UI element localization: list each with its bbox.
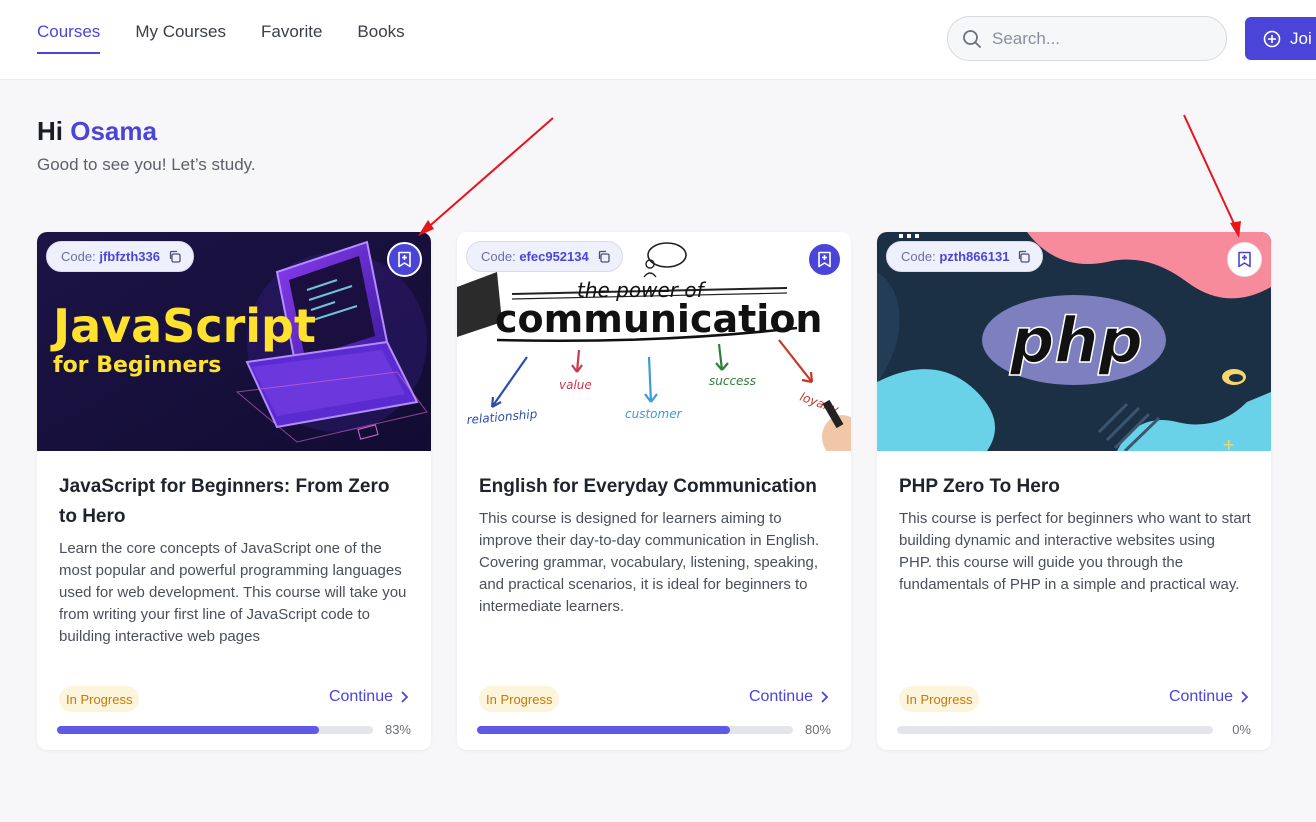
continue-link[interactable]: Continue [1169,688,1249,706]
image-word-success: success [709,374,756,388]
course-code-pill[interactable]: Code: pzth866131 [886,241,1044,272]
copy-icon[interactable] [1017,250,1031,263]
status-badge: In Progress [479,686,560,712]
bookmark-button[interactable] [1227,242,1262,277]
image-line-2: communication [495,297,822,341]
course-title[interactable]: PHP Zero To Hero [899,472,1251,502]
continue-label: Continue [1168,688,1233,705]
course-code: jfbfzth336 [99,249,160,264]
progress-fill [477,726,730,734]
code-label: Code: efec952134 [481,249,589,264]
bookmark-button[interactable] [807,242,842,277]
greeting-subtitle: Good to see you! Let’s study. [37,155,256,174]
status-badge: In Progress [59,686,140,712]
copy-icon[interactable] [597,250,610,263]
course-title[interactable]: JavaScript for Beginners: From Zero to H… [59,472,411,532]
course-body: English for Everyday Communication This … [479,472,831,618]
image-title-text: JavaScript [50,299,316,353]
course-body: PHP Zero To Hero This course is perfect … [899,472,1251,596]
tab-courses[interactable]: Courses [37,22,101,54]
image-subtitle-text: for Beginners [53,353,221,378]
chevron-right-icon [401,691,409,703]
annotation-arrow [1183,114,1241,238]
join-course-button[interactable]: Joi [1245,17,1316,60]
progress-percent: 80% [804,722,831,737]
greeting-heading: Hi Osama [37,116,157,147]
continue-label: Continue [328,688,393,705]
progress-bar [897,726,1213,734]
continue-link[interactable]: Continue [329,688,409,706]
course-image[interactable]: the power of communication relationship … [457,232,851,451]
course-card: JavaScript for Beginners Code: jfbfzth33… [37,232,431,750]
course-image[interactable]: + php Code: pzth866131 [877,232,1271,451]
image-word-value: value [559,378,592,392]
tab-favorite[interactable]: Favorite [261,22,322,54]
copy-icon[interactable] [168,250,181,263]
bookmark-plus-icon [398,251,411,268]
course-title[interactable]: English for Everyday Communication [479,472,831,502]
chevron-right-icon [1241,691,1249,703]
course-code: pzth866131 [939,249,1010,264]
tab-books[interactable]: Books [357,22,404,54]
code-prefix: Code: [901,249,936,264]
bookmark-plus-icon [1238,251,1251,268]
progress-percent: 83% [384,722,411,737]
code-label: Code: jfbfzth336 [61,249,160,264]
join-button-label: Joi [1290,28,1312,48]
sparkle-glyph: + [1222,435,1235,451]
search-icon [963,29,981,48]
course-description: Learn the core concepts of JavaScript on… [59,540,407,645]
progress-fill [57,726,320,734]
progress-percent: 0% [1232,722,1251,737]
progress-bar [477,726,793,734]
status-badge: In Progress [899,686,980,712]
image-php-logo: php [1009,304,1143,377]
course-code-pill[interactable]: Code: jfbfzth336 [46,241,194,272]
top-navigation: Courses My Courses Favorite Books Joi [0,0,1316,80]
greeting-hi: Hi [37,116,63,146]
course-body: JavaScript for Beginners: From Zero to H… [59,472,411,648]
image-word-customer: customer [625,407,683,421]
user-name: Osama [70,116,157,146]
course-image[interactable]: JavaScript for Beginners Code: jfbfzth33… [37,232,431,451]
annotation-arrow [418,117,554,236]
bookmark-plus-icon [818,251,831,268]
progress-bar [57,726,373,734]
course-card: + php Code: pzth866131 PHP Zero To Hero … [877,232,1271,750]
chevron-right-icon [821,691,829,703]
code-prefix: Code: [481,249,516,264]
bookmark-button[interactable] [387,242,422,277]
search-box[interactable] [947,16,1227,61]
code-label: Code: pzth866131 [901,249,1009,264]
code-prefix: Code: [61,249,96,264]
course-code-pill[interactable]: Code: efec952134 [466,241,623,272]
continue-label: Continue [748,688,813,705]
course-description: This course is perfect for beginners who… [899,510,1251,593]
course-description: This course is designed for learners aim… [479,510,820,615]
search-input[interactable] [992,28,1192,49]
continue-link[interactable]: Continue [749,688,829,706]
nav-tabs: Courses My Courses Favorite Books [37,22,405,54]
plus-circle-icon [1263,30,1281,47]
course-card: the power of communication relationship … [457,232,851,750]
tab-my-courses[interactable]: My Courses [135,22,226,54]
course-code: efec952134 [519,249,589,264]
